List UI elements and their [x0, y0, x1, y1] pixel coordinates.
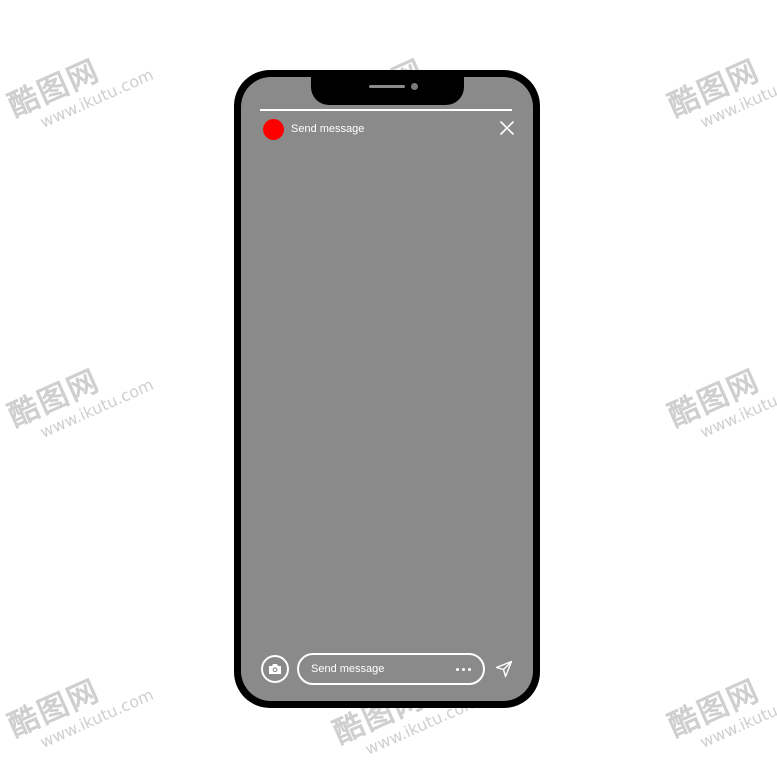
story-screen[interactable]: Send message Send message — [241, 77, 533, 701]
phone-notch — [311, 77, 464, 105]
watermark: 酷图网 www.ikutu.com — [660, 646, 777, 760]
close-icon — [500, 121, 514, 135]
watermark: 酷图网 www.ikutu.com — [0, 646, 156, 760]
send-icon — [495, 660, 513, 678]
story-header: Send message — [263, 118, 364, 140]
watermark-url: www.ikutu.com — [37, 684, 157, 752]
phone-frame: Send message Send message — [234, 70, 540, 708]
watermark-brand: 酷图网 — [663, 363, 766, 435]
watermark-url: www.ikutu.com — [697, 64, 777, 132]
canvas: 酷图网 www.ikutu.com 酷图网 www.ikutu.com 酷图网 … — [0, 0, 777, 779]
watermark-url: www.ikutu.com — [37, 64, 157, 132]
watermark-brand: 酷图网 — [663, 673, 766, 745]
more-dots-icon[interactable] — [456, 667, 471, 671]
watermark: 酷图网 www.ikutu.com — [660, 26, 777, 140]
send-button[interactable] — [495, 660, 513, 678]
watermark-brand: 酷图网 — [3, 673, 106, 745]
message-input-placeholder: Send message — [311, 663, 385, 675]
close-button[interactable] — [499, 120, 515, 136]
story-progress-bar — [260, 109, 512, 111]
speaker-icon — [369, 85, 405, 88]
watermark-brand: 酷图网 — [3, 363, 106, 435]
camera-icon — [269, 664, 281, 674]
message-composer: Send message — [261, 653, 521, 689]
watermark-brand: 酷图网 — [3, 53, 106, 125]
message-input[interactable]: Send message — [297, 653, 485, 685]
watermark: 酷图网 www.ikutu.com — [0, 26, 156, 140]
watermark-url: www.ikutu.com — [697, 684, 777, 752]
watermark-brand: 酷图网 — [663, 53, 766, 125]
watermark: 酷图网 www.ikutu.com — [660, 336, 777, 450]
story-header-label: Send message — [291, 123, 365, 135]
watermark-url: www.ikutu.com — [37, 374, 157, 442]
watermark: 酷图网 www.ikutu.com — [0, 336, 156, 450]
front-camera-icon — [411, 83, 418, 90]
avatar[interactable] — [263, 118, 284, 140]
watermark-url: www.ikutu.com — [697, 374, 777, 442]
camera-button[interactable] — [261, 655, 289, 683]
